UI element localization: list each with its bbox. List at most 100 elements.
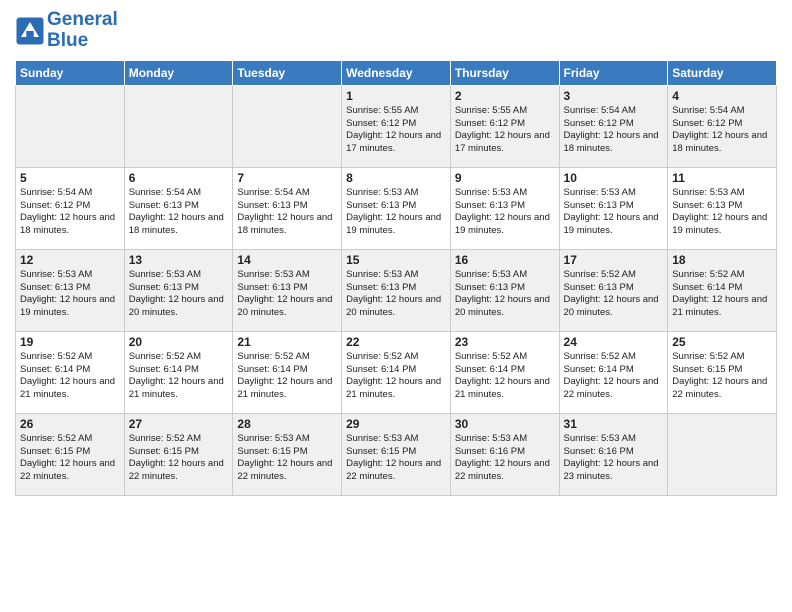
day-number: 27 — [129, 417, 229, 431]
calendar-cell: 12 Sunrise: 5:53 AM Sunset: 6:13 PM Dayli… — [16, 249, 125, 331]
day-number: 29 — [346, 417, 446, 431]
header-friday: Friday — [559, 60, 668, 85]
day-info: Sunrise: 5:52 AM Sunset: 6:13 PM Dayligh… — [564, 269, 664, 320]
logo-text: GeneralBlue — [47, 10, 118, 52]
day-number: 15 — [346, 253, 446, 267]
day-info: Sunrise: 5:53 AM Sunset: 6:13 PM Dayligh… — [20, 269, 120, 320]
calendar-cell: 22 Sunrise: 5:52 AM Sunset: 6:14 PM Dayli… — [342, 331, 451, 413]
day-info: Sunrise: 5:52 AM Sunset: 6:14 PM Dayligh… — [129, 351, 229, 402]
day-info: Sunrise: 5:52 AM Sunset: 6:14 PM Dayligh… — [20, 351, 120, 402]
day-info: Sunrise: 5:52 AM Sunset: 6:14 PM Dayligh… — [564, 351, 664, 402]
header-tuesday: Tuesday — [233, 60, 342, 85]
calendar-cell: 28 Sunrise: 5:53 AM Sunset: 6:15 PM Dayli… — [233, 413, 342, 495]
calendar-cell: 17 Sunrise: 5:52 AM Sunset: 6:13 PM Dayli… — [559, 249, 668, 331]
day-number: 1 — [346, 89, 446, 103]
calendar-table: SundayMondayTuesdayWednesdayThursdayFrid… — [15, 60, 777, 496]
calendar-cell: 10Sunrise: 5:53 AM Sunset: 6:13 PM Dayli… — [559, 167, 668, 249]
day-number: 22 — [346, 335, 446, 349]
day-info: Sunrise: 5:52 AM Sunset: 6:14 PM Dayligh… — [672, 269, 772, 320]
day-info: Sunrise: 5:54 AM Sunset: 6:12 PM Dayligh… — [20, 187, 120, 238]
day-number: 10 — [564, 171, 664, 185]
calendar-cell: 23 Sunrise: 5:52 AM Sunset: 6:14 PM Dayli… — [450, 331, 559, 413]
day-number: 26 — [20, 417, 120, 431]
calendar-cell: 6 Sunrise: 5:54 AM Sunset: 6:13 PM Daylig… — [124, 167, 233, 249]
day-number: 12 — [20, 253, 120, 267]
header-monday: Monday — [124, 60, 233, 85]
week-row-5: 26 Sunrise: 5:52 AM Sunset: 6:15 PM Dayli… — [16, 413, 777, 495]
calendar-cell — [16, 85, 125, 167]
day-number: 6 — [129, 171, 229, 185]
calendar-cell: 21Sunrise: 5:52 AM Sunset: 6:14 PM Dayli… — [233, 331, 342, 413]
calendar-cell: 5 Sunrise: 5:54 AM Sunset: 6:12 PM Daylig… — [16, 167, 125, 249]
day-info: Sunrise: 5:52 AM Sunset: 6:14 PM Dayligh… — [455, 351, 555, 402]
day-info: Sunrise: 5:53 AM Sunset: 6:15 PM Dayligh… — [346, 433, 446, 484]
day-number: 7 — [237, 171, 337, 185]
week-row-3: 12 Sunrise: 5:53 AM Sunset: 6:13 PM Dayli… — [16, 249, 777, 331]
calendar-cell: 9 Sunrise: 5:53 AM Sunset: 6:13 PM Daylig… — [450, 167, 559, 249]
day-number: 25 — [672, 335, 772, 349]
header-saturday: Saturday — [668, 60, 777, 85]
calendar-cell: 11Sunrise: 5:53 AM Sunset: 6:13 PM Dayli… — [668, 167, 777, 249]
calendar-cell: 29 Sunrise: 5:53 AM Sunset: 6:15 PM Dayli… — [342, 413, 451, 495]
calendar-cell: 13 Sunrise: 5:53 AM Sunset: 6:13 PM Dayli… — [124, 249, 233, 331]
calendar-cell: 1 Sunrise: 5:55 AM Sunset: 6:12 PM Daylig… — [342, 85, 451, 167]
day-info: Sunrise: 5:54 AM Sunset: 6:13 PM Dayligh… — [237, 187, 337, 238]
day-info: Sunrise: 5:53 AM Sunset: 6:15 PM Dayligh… — [237, 433, 337, 484]
day-info: Sunrise: 5:53 AM Sunset: 6:13 PM Dayligh… — [346, 187, 446, 238]
day-number: 17 — [564, 253, 664, 267]
day-number: 5 — [20, 171, 120, 185]
calendar-cell: 2 Sunrise: 5:55 AM Sunset: 6:12 PM Daylig… — [450, 85, 559, 167]
day-number: 23 — [455, 335, 555, 349]
day-info: Sunrise: 5:54 AM Sunset: 6:12 PM Dayligh… — [564, 105, 664, 156]
calendar-cell: 24 Sunrise: 5:52 AM Sunset: 6:14 PM Dayli… — [559, 331, 668, 413]
header-row: SundayMondayTuesdayWednesdayThursdayFrid… — [16, 60, 777, 85]
day-number: 20 — [129, 335, 229, 349]
day-number: 9 — [455, 171, 555, 185]
day-info: Sunrise: 5:52 AM Sunset: 6:15 PM Dayligh… — [129, 433, 229, 484]
day-info: Sunrise: 5:55 AM Sunset: 6:12 PM Dayligh… — [346, 105, 446, 156]
calendar-cell: 31 Sunrise: 5:53 AM Sunset: 6:16 PM Dayli… — [559, 413, 668, 495]
week-row-4: 19 Sunrise: 5:52 AM Sunset: 6:14 PM Dayli… — [16, 331, 777, 413]
day-number: 30 — [455, 417, 555, 431]
calendar-cell: 26 Sunrise: 5:52 AM Sunset: 6:15 PM Dayli… — [16, 413, 125, 495]
day-number: 2 — [455, 89, 555, 103]
calendar-cell: 14 Sunrise: 5:53 AM Sunset: 6:13 PM Dayli… — [233, 249, 342, 331]
calendar-cell: 30Sunrise: 5:53 AM Sunset: 6:16 PM Dayli… — [450, 413, 559, 495]
day-info: Sunrise: 5:53 AM Sunset: 6:13 PM Dayligh… — [455, 269, 555, 320]
calendar-cell: 15Sunrise: 5:53 AM Sunset: 6:13 PM Dayli… — [342, 249, 451, 331]
logo-icon — [15, 16, 45, 46]
calendar-cell: 16Sunrise: 5:53 AM Sunset: 6:13 PM Dayli… — [450, 249, 559, 331]
logo: GeneralBlue — [15, 10, 118, 52]
calendar-cell: 19 Sunrise: 5:52 AM Sunset: 6:14 PM Dayli… — [16, 331, 125, 413]
day-info: Sunrise: 5:53 AM Sunset: 6:13 PM Dayligh… — [455, 187, 555, 238]
day-number: 4 — [672, 89, 772, 103]
calendar-cell: 20 Sunrise: 5:52 AM Sunset: 6:14 PM Dayli… — [124, 331, 233, 413]
day-info: Sunrise: 5:53 AM Sunset: 6:16 PM Dayligh… — [564, 433, 664, 484]
calendar-cell — [668, 413, 777, 495]
day-number: 3 — [564, 89, 664, 103]
day-number: 11 — [672, 171, 772, 185]
calendar-cell — [124, 85, 233, 167]
day-info: Sunrise: 5:54 AM Sunset: 6:13 PM Dayligh… — [129, 187, 229, 238]
calendar-cell: 27 Sunrise: 5:52 AM Sunset: 6:15 PM Dayli… — [124, 413, 233, 495]
day-number: 13 — [129, 253, 229, 267]
day-info: Sunrise: 5:55 AM Sunset: 6:12 PM Dayligh… — [455, 105, 555, 156]
day-number: 19 — [20, 335, 120, 349]
calendar-cell: 4Sunrise: 5:54 AM Sunset: 6:12 PM Daylig… — [668, 85, 777, 167]
calendar-cell: 3 Sunrise: 5:54 AM Sunset: 6:12 PM Daylig… — [559, 85, 668, 167]
day-number: 14 — [237, 253, 337, 267]
day-number: 24 — [564, 335, 664, 349]
day-info: Sunrise: 5:52 AM Sunset: 6:15 PM Dayligh… — [20, 433, 120, 484]
day-number: 28 — [237, 417, 337, 431]
day-number: 31 — [564, 417, 664, 431]
day-info: Sunrise: 5:52 AM Sunset: 6:15 PM Dayligh… — [672, 351, 772, 402]
day-number: 18 — [672, 253, 772, 267]
day-info: Sunrise: 5:52 AM Sunset: 6:14 PM Dayligh… — [346, 351, 446, 402]
day-info: Sunrise: 5:53 AM Sunset: 6:13 PM Dayligh… — [129, 269, 229, 320]
page-header: GeneralBlue — [15, 10, 777, 52]
day-info: Sunrise: 5:53 AM Sunset: 6:13 PM Dayligh… — [237, 269, 337, 320]
header-thursday: Thursday — [450, 60, 559, 85]
day-number: 21 — [237, 335, 337, 349]
week-row-1: 1 Sunrise: 5:55 AM Sunset: 6:12 PM Daylig… — [16, 85, 777, 167]
header-wednesday: Wednesday — [342, 60, 451, 85]
